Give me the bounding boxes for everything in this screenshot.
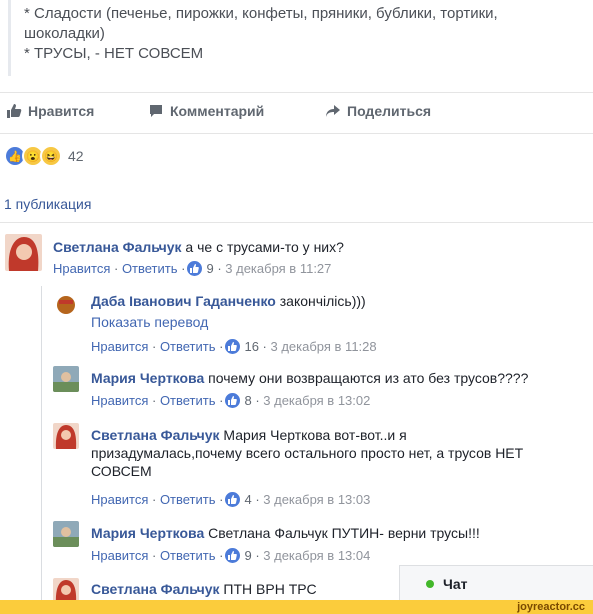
like-link[interactable]: Нравится	[91, 548, 148, 563]
comment-meta: Нравится · Ответить · 8 · 3 декабря в 13…	[91, 393, 371, 408]
like-count[interactable]: 4	[244, 492, 251, 507]
comment-author[interactable]: Мария Черткова	[91, 370, 204, 386]
reaction-count: 42	[68, 148, 84, 164]
comment-author[interactable]: Светлана Фальчук	[53, 239, 182, 255]
like-count-icon	[225, 393, 241, 408]
post-line: шоколадки)	[24, 25, 105, 42]
comment-text: СОВСЕМ	[91, 463, 152, 479]
share-icon	[325, 103, 341, 119]
comment-author[interactable]: Мария Черткова	[91, 525, 204, 541]
comment-text: закончілісь)))	[275, 293, 366, 309]
comment-meta: Нравится · Ответить · 9 · 3 декабря в 11…	[53, 261, 332, 276]
post-line: * Сладости (печенье, пирожки, конфеты, п…	[24, 5, 498, 22]
reply-link[interactable]: Ответить	[160, 339, 216, 354]
like-count[interactable]: 16	[244, 339, 258, 354]
post-text: * Сладости (печенье, пирожки, конфеты, п…	[0, 0, 593, 78]
avatar[interactable]	[53, 292, 79, 318]
like-count-icon	[225, 548, 241, 563]
comment-label: Комментарий	[170, 103, 265, 119]
translate-link[interactable]: Показать перевод	[91, 314, 208, 330]
like-count-icon	[225, 339, 241, 354]
post-actions: Нравится Комментарий Поделиться	[0, 92, 593, 134]
comment-body: Светлана Фальчук ПТН ВРН ТРС	[91, 580, 317, 598]
comment-text: вот-вот..и я	[330, 427, 407, 443]
thumbs-up-icon	[6, 103, 22, 119]
comment-meta: Нравится · Ответить · 16 · 3 декабря в 1…	[91, 339, 377, 354]
online-status-icon	[426, 580, 434, 588]
like-count-icon	[225, 492, 241, 507]
reply-link[interactable]: Ответить	[160, 548, 216, 563]
like-link[interactable]: Нравится	[91, 492, 148, 507]
comment-body: Мария Черткова Светлана Фальчук ПУТИН- в…	[91, 524, 480, 542]
comment-body: Светлана Фальчук а че с трусами-то у них…	[53, 238, 344, 256]
comment-text: призадумалась,почему всего остального пр…	[91, 445, 524, 461]
comment-date[interactable]: 3 декабря в 11:27	[225, 261, 331, 276]
quote-bar	[8, 0, 11, 76]
comment-meta: Нравится · Ответить · 9 · 3 декабря в 13…	[91, 548, 371, 563]
like-label: Нравится	[28, 103, 95, 119]
post-line: * ТРУСЫ, - НЕТ СОВСЕМ	[24, 45, 204, 62]
comment-body: Даба Іванович Гаданченко закончілісь)))	[91, 292, 366, 310]
reply-link[interactable]: Ответить	[122, 261, 178, 276]
reply-link[interactable]: Ответить	[160, 393, 216, 408]
like-link[interactable]: Нравится	[53, 261, 110, 276]
comment-text: ПУТИН- верни трусы!!!	[327, 525, 480, 541]
share-button[interactable]: Поделиться	[325, 103, 431, 119]
watermark-bar: joyreactor.cc	[0, 600, 593, 614]
comment-icon	[148, 103, 164, 119]
like-link[interactable]: Нравится	[91, 339, 148, 354]
reply-link[interactable]: Ответить	[160, 492, 216, 507]
share-label: Поделиться	[347, 103, 432, 119]
like-count-icon	[187, 261, 203, 276]
comment-button[interactable]: Комментарий	[148, 103, 264, 119]
comment-mention[interactable]: Мария Черткова	[220, 427, 330, 443]
chat-label: Чат	[443, 576, 468, 592]
like-link[interactable]: Нравится	[91, 393, 148, 408]
comment-text: почему они возвращаются из ато без трусо…	[204, 370, 529, 386]
comment-date[interactable]: 3 декабря в 13:04	[263, 548, 370, 563]
avatar[interactable]	[53, 423, 79, 449]
comment-body: Мария Черткова почему они возвращаются и…	[91, 369, 528, 387]
like-count[interactable]: 8	[244, 393, 251, 408]
avatar[interactable]	[5, 234, 42, 271]
comment-author[interactable]: Светлана Фальчук	[91, 427, 220, 443]
comment-author[interactable]: Даба Іванович Гаданченко	[91, 293, 276, 309]
reactions-summary[interactable]: 👍 😮 😆 42	[4, 145, 84, 167]
comment-text: а че с трусами-то у них?	[181, 239, 344, 255]
comment-author[interactable]: Светлана Фальчук	[91, 581, 220, 597]
comment-meta: Нравится · Ответить · 4 · 3 декабря в 13…	[91, 492, 371, 507]
comment-date[interactable]: 3 декабря в 13:02	[263, 393, 370, 408]
like-button[interactable]: Нравится	[6, 103, 94, 119]
comment-mention[interactable]: Светлана Фальчук	[204, 525, 328, 541]
divider	[0, 222, 593, 223]
haha-icon: 😆	[40, 145, 62, 167]
reply-thread-line	[41, 286, 42, 611]
comment-body: Светлана Фальчук Мария Черткова вот-вот.…	[91, 426, 586, 480]
watermark-text: joyreactor.cc	[517, 601, 585, 613]
publications-link[interactable]: 1 публикация	[4, 196, 91, 212]
comment-date[interactable]: 3 декабря в 11:28	[271, 339, 377, 354]
like-count[interactable]: 9	[244, 548, 251, 563]
chat-tab[interactable]: Чат	[399, 565, 593, 602]
like-count[interactable]: 9	[206, 261, 213, 276]
avatar[interactable]	[53, 521, 79, 547]
comment-date[interactable]: 3 декабря в 13:03	[263, 492, 370, 507]
comment-text: ПТН ВРН ТРС	[219, 581, 317, 597]
avatar[interactable]	[53, 366, 79, 392]
